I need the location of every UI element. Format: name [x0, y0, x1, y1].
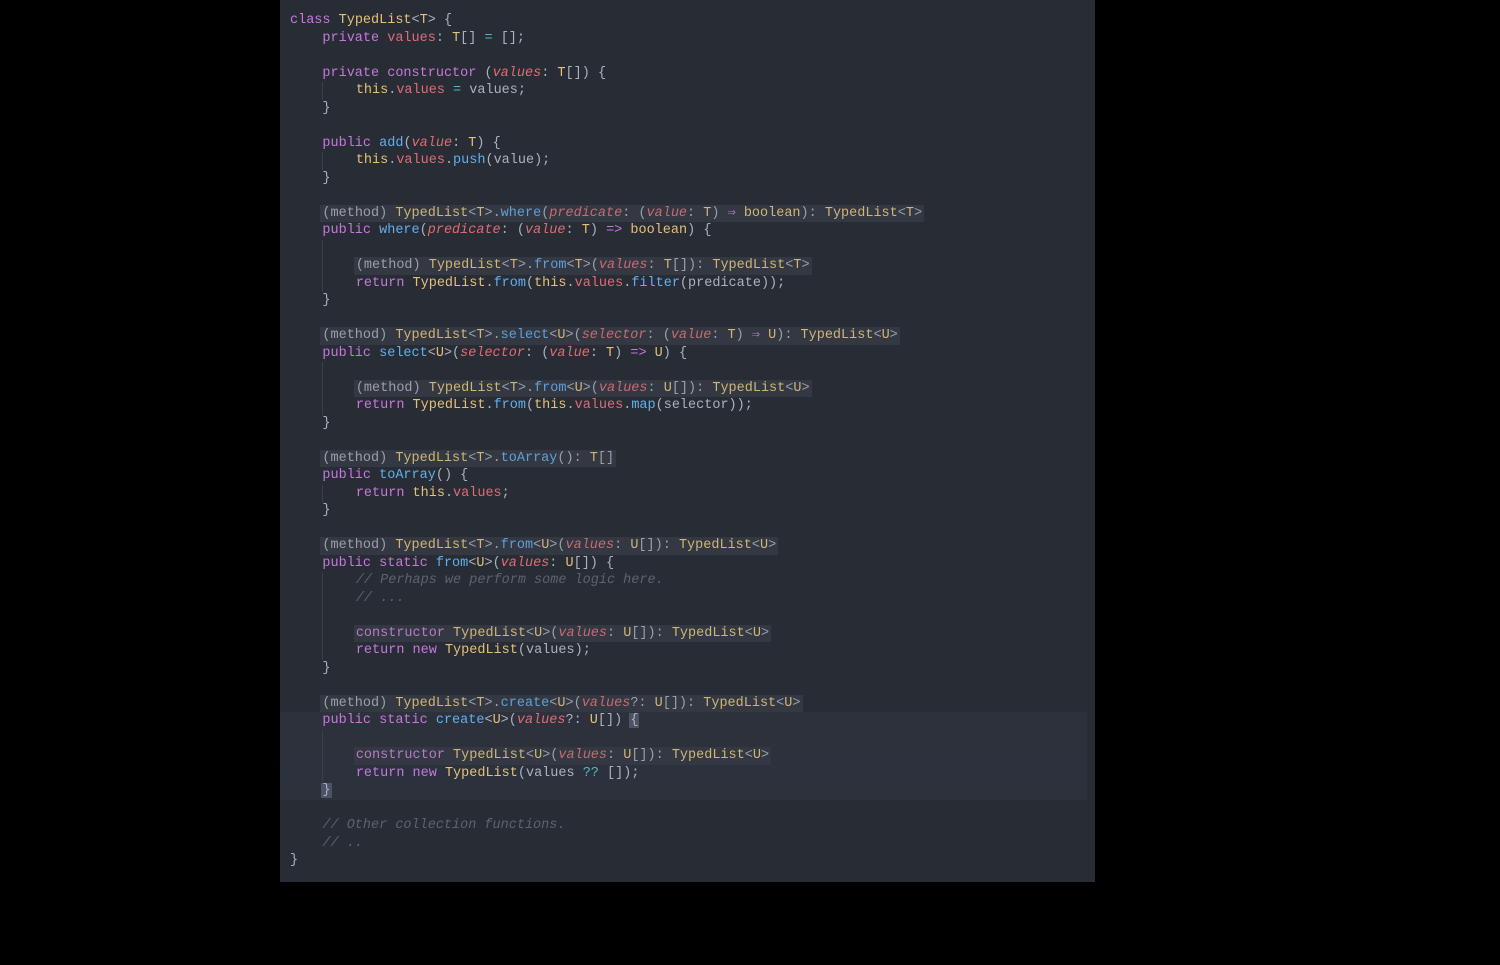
- code-line[interactable]: public add(value: T) {: [280, 135, 1087, 153]
- code-line[interactable]: public static create<U>(values?: U[]) {: [280, 712, 1087, 730]
- code-line[interactable]: this.values.push(value);: [280, 152, 1087, 170]
- code-line[interactable]: }: [280, 100, 1087, 118]
- code-line[interactable]: }: [280, 415, 1087, 433]
- code-line[interactable]: [280, 187, 1087, 205]
- code-line[interactable]: [280, 310, 1087, 328]
- inlay-hint: constructor TypedList<U>(values: U[]): T…: [280, 625, 1087, 643]
- inlay-hint: (method) TypedList<T>.create<U>(values?:…: [280, 695, 1087, 713]
- code-line[interactable]: private constructor (values: T[]) {: [280, 65, 1087, 83]
- code-line[interactable]: public select<U>(selector: (value: T) =>…: [280, 345, 1087, 363]
- inlay-hint: (method) TypedList<T>.from<U>(values: U[…: [280, 537, 1087, 555]
- code-line[interactable]: [280, 47, 1087, 65]
- code-line[interactable]: }: [280, 292, 1087, 310]
- code-line[interactable]: public where(predicate: (value: T) => bo…: [280, 222, 1087, 240]
- inlay-hint: (method) TypedList<T>.toArray(): T[]: [280, 450, 1087, 468]
- inlay-hint: (method) TypedList<T>.where(predicate: (…: [280, 205, 1087, 223]
- code-line[interactable]: [280, 520, 1087, 538]
- code-line[interactable]: }: [280, 502, 1087, 520]
- code-line[interactable]: // Perhaps we perform some logic here.: [280, 572, 1087, 590]
- inlay-hint: (method) TypedList<T>.from<U>(values: U[…: [280, 380, 1087, 398]
- code-line[interactable]: [280, 607, 1087, 625]
- code-line[interactable]: public toArray() {: [280, 467, 1087, 485]
- code-line[interactable]: }: [280, 852, 1087, 870]
- code-line[interactable]: // ..: [280, 835, 1087, 853]
- code-line[interactable]: public static from<U>(values: U[]) {: [280, 555, 1087, 573]
- code-line[interactable]: class TypedList<T> {: [280, 12, 1087, 30]
- code-line[interactable]: this.values = values;: [280, 82, 1087, 100]
- code-line[interactable]: }: [280, 782, 1087, 800]
- code-line[interactable]: [280, 117, 1087, 135]
- code-line[interactable]: [280, 730, 1087, 748]
- code-line[interactable]: return TypedList.from(this.values.map(se…: [280, 397, 1087, 415]
- inlay-hint: (method) TypedList<T>.from<T>(values: T[…: [280, 257, 1087, 275]
- code-line[interactable]: // Other collection functions.: [280, 817, 1087, 835]
- code-line[interactable]: }: [280, 660, 1087, 678]
- code-line[interactable]: [280, 240, 1087, 258]
- code-line-active[interactable]: return new TypedList(values ?? []);: [280, 765, 1087, 783]
- inlay-hint: (method) TypedList<T>.select<U>(selector…: [280, 327, 1087, 345]
- inlay-hint: constructor TypedList<U>(values: U[]): T…: [280, 747, 1087, 765]
- code-line[interactable]: private values: T[] = [];: [280, 30, 1087, 48]
- code-line[interactable]: return this.values;: [280, 485, 1087, 503]
- code-line[interactable]: return TypedList.from(this.values.filter…: [280, 275, 1087, 293]
- code-editor[interactable]: class TypedList<T> { private values: T[]…: [280, 0, 1095, 882]
- code-line[interactable]: }: [280, 170, 1087, 188]
- code-line[interactable]: // ...: [280, 590, 1087, 608]
- code-line[interactable]: [280, 432, 1087, 450]
- code-line[interactable]: [280, 362, 1087, 380]
- code-line[interactable]: [280, 677, 1087, 695]
- code-line[interactable]: [280, 800, 1087, 818]
- code-line[interactable]: return new TypedList(values);: [280, 642, 1087, 660]
